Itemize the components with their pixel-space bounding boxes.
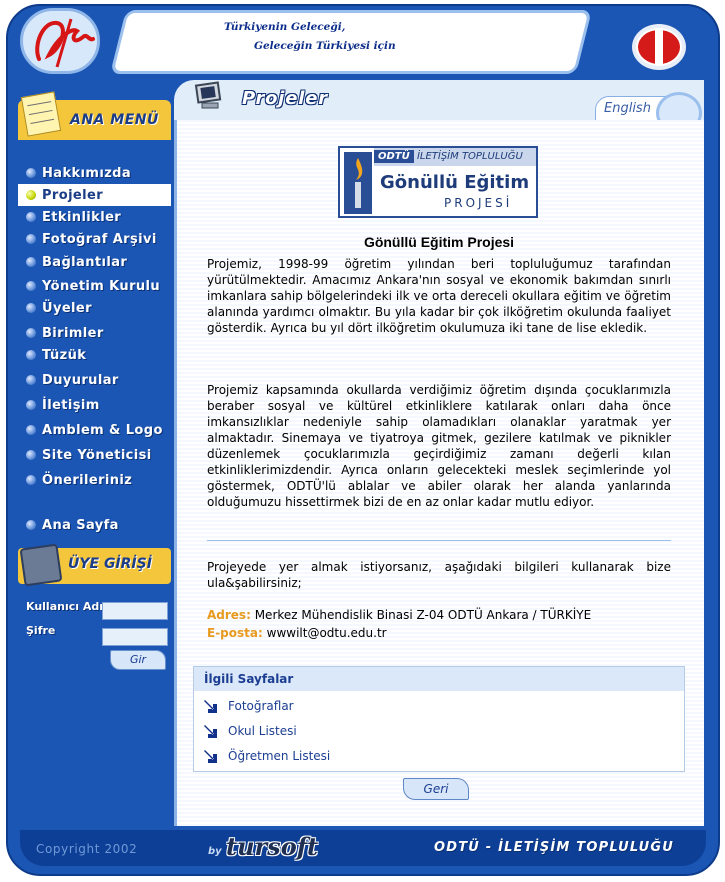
- sidebar-item-label: Fotoğraf Arşivi: [42, 231, 157, 247]
- project-logo: ODTÜ İLETİŞİM TOPLULUĞU Gönüllü Eğitim P…: [338, 146, 538, 218]
- related-link-label: Okul Listesi: [228, 724, 297, 738]
- page-title: Projeler: [242, 88, 328, 109]
- sidebar-item-ana-sayfa[interactable]: Ana Sayfa: [18, 514, 171, 536]
- address-value: Merkez Mühendislik Binasi Z-04 ODTÜ Anka…: [254, 608, 592, 622]
- member-login-header: ÜYE GİRİŞİ: [18, 543, 171, 587]
- sidebar-item-onerileriniz[interactable]: Önerileriniz: [18, 469, 171, 491]
- bullet-dot-icon: [26, 303, 36, 313]
- bullet-dot-icon: [26, 425, 36, 435]
- related-link-okul-listesi[interactable]: Okul Listesi: [202, 722, 297, 740]
- sidebar: ANA MENÜ Hakkımızda Projeler Etkinlikler…: [18, 90, 171, 830]
- sidebar-item-label: Amblem & Logo: [42, 422, 163, 438]
- arrow-down-right-icon: [204, 700, 217, 713]
- email-line: E-posta: wwwilt@odtu.edu.tr: [207, 626, 387, 640]
- arrow-down-right-icon: [204, 750, 217, 763]
- sidebar-item-birimler[interactable]: Birimler: [18, 322, 171, 344]
- sidebar-item-etkinlikler[interactable]: Etkinlikler: [18, 206, 171, 228]
- project-logo-org: ODTÜ İLETİŞİM TOPLULUĞU: [374, 148, 536, 166]
- password-label: Şifre: [26, 624, 56, 637]
- related-link-label: Öğretmen Listesi: [228, 749, 331, 763]
- email-label: E-posta:: [207, 626, 263, 640]
- sidebar-item-label: Ana Sayfa: [42, 517, 119, 533]
- sidebar-item-label: Tüzük: [42, 347, 87, 363]
- sidebar-item-label: Site Yöneticisi: [42, 447, 152, 463]
- username-field[interactable]: [102, 602, 168, 620]
- sidebar-item-tuzuk[interactable]: Tüzük: [18, 344, 171, 366]
- torch-icon: [344, 152, 372, 214]
- arrow-down-right-icon: [204, 725, 217, 738]
- odtu-logo-icon[interactable]: [632, 24, 686, 70]
- sidebar-item-label: Etkinlikler: [42, 209, 122, 225]
- member-login-icon: [19, 543, 63, 587]
- motto-text: Türkiyenin Geleceği, Geleceğin Türkiyesi…: [224, 18, 396, 56]
- org-name: İLETİŞİM TOPLULUĞU: [416, 151, 523, 162]
- related-pages-box: İlgili Sayfalar Fotoğraflar Okul Listesi…: [193, 666, 685, 772]
- sidebar-item-fotograf-arsivi[interactable]: Fotoğraf Arşivi: [18, 228, 171, 250]
- address-label: Adres:: [207, 608, 251, 622]
- bullet-dot-icon: [26, 520, 36, 530]
- back-button[interactable]: Geri: [403, 778, 469, 800]
- sidebar-item-label: Duyurular: [42, 372, 119, 388]
- bullet-dot-icon: [26, 328, 36, 338]
- related-link-label: Fotoğraflar: [228, 699, 294, 713]
- sidebar-item-label: Önerileriniz: [42, 472, 133, 488]
- article-paragraph-2: Projemiz kapsamında okullarda verdiğimiz…: [207, 383, 671, 509]
- bullet-dot-icon: [26, 475, 36, 485]
- bullet-dot-icon: [26, 257, 36, 267]
- sidebar-item-projeler[interactable]: Projeler: [18, 184, 171, 206]
- sidebar-item-baglantilar[interactable]: Bağlantılar: [18, 251, 171, 273]
- motto-line-1: Türkiyenin Geleceği,: [224, 21, 346, 33]
- copyright-text: Copyright 2002: [36, 842, 138, 856]
- login-button[interactable]: Gir: [110, 650, 166, 670]
- sidebar-item-iletisim[interactable]: İletişim: [18, 394, 171, 416]
- monitor-icon: [192, 78, 226, 112]
- ana-menu-header: ANA MENÜ: [18, 91, 171, 140]
- username-label: Kullanıcı Adı: [26, 600, 104, 613]
- sidebar-item-label: Hakkımızda: [42, 165, 132, 181]
- bullet-dot-icon: [26, 212, 36, 222]
- related-link-ogretmen-listesi[interactable]: Öğretmen Listesi: [202, 747, 330, 765]
- address-line: Adres: Merkez Mühendislik Binasi Z-04 OD…: [207, 608, 591, 622]
- sidebar-item-label: Projeler: [42, 187, 104, 203]
- sidebar-item-hakkimizda[interactable]: Hakkımızda: [18, 162, 171, 184]
- password-field[interactable]: [102, 628, 168, 646]
- ana-menu-title: ANA MENÜ: [70, 112, 159, 128]
- bullet-dot-icon: [26, 400, 36, 410]
- sidebar-item-yonetim-kurulu[interactable]: Yönetim Kurulu: [18, 275, 171, 297]
- sidebar-item-label: Birimler: [42, 325, 104, 341]
- by-label: by: [208, 846, 222, 857]
- project-logo-name: Gönüllü Eğitim: [380, 172, 530, 193]
- member-login-title: ÜYE GİRİŞİ: [68, 556, 152, 572]
- sidebar-item-uyeler[interactable]: Üyeler: [18, 297, 171, 319]
- sidebar-item-label: Üyeler: [42, 300, 92, 316]
- sidebar-item-amblem-logo[interactable]: Amblem & Logo: [18, 419, 171, 441]
- sidebar-item-label: İletişim: [42, 397, 100, 413]
- bullet-dot-icon: [26, 375, 36, 385]
- site-logo-icon[interactable]: [20, 8, 100, 74]
- related-pages-title: İlgili Sayfalar: [194, 667, 684, 691]
- sidebar-item-label: Yönetim Kurulu: [42, 278, 161, 294]
- sidebar-item-duyurular[interactable]: Duyurular: [18, 369, 171, 391]
- bullet-dot-icon: [26, 234, 36, 244]
- bullet-dot-icon: [26, 450, 36, 460]
- email-link[interactable]: wwwilt@odtu.edu.tr: [267, 626, 387, 640]
- tursoft-brand[interactable]: tursoft: [226, 832, 318, 861]
- bullet-dot-icon: [26, 350, 36, 360]
- sidebar-item-label: Bağlantılar: [42, 254, 128, 270]
- footer-org-name: ODTÜ - İLETİŞİM TOPLULUĞU: [434, 840, 675, 855]
- project-logo-subtitle: PROJESİ: [444, 196, 513, 210]
- article-paragraph-1: Projemiz, 1998-99 öğretim yılından beri …: [207, 257, 671, 335]
- notepad-icon: [20, 91, 62, 137]
- sidebar-item-site-yoneticisi[interactable]: Site Yöneticisi: [18, 444, 171, 466]
- bullet-dot-icon: [26, 190, 36, 200]
- content-divider: [207, 540, 671, 541]
- article-title: Gönüllü Eğitim Projesi: [363, 234, 515, 250]
- call-to-action-text: Projeyede yer almak istiyorsanız, aşağıd…: [207, 560, 671, 590]
- motto-line-2: Geleceğin Türkiyesi için: [254, 40, 396, 52]
- bullet-dot-icon: [26, 281, 36, 291]
- bullet-dot-icon: [26, 168, 36, 178]
- related-link-fotograflar[interactable]: Fotoğraflar: [202, 697, 294, 715]
- org-abbr: ODTÜ: [374, 150, 414, 163]
